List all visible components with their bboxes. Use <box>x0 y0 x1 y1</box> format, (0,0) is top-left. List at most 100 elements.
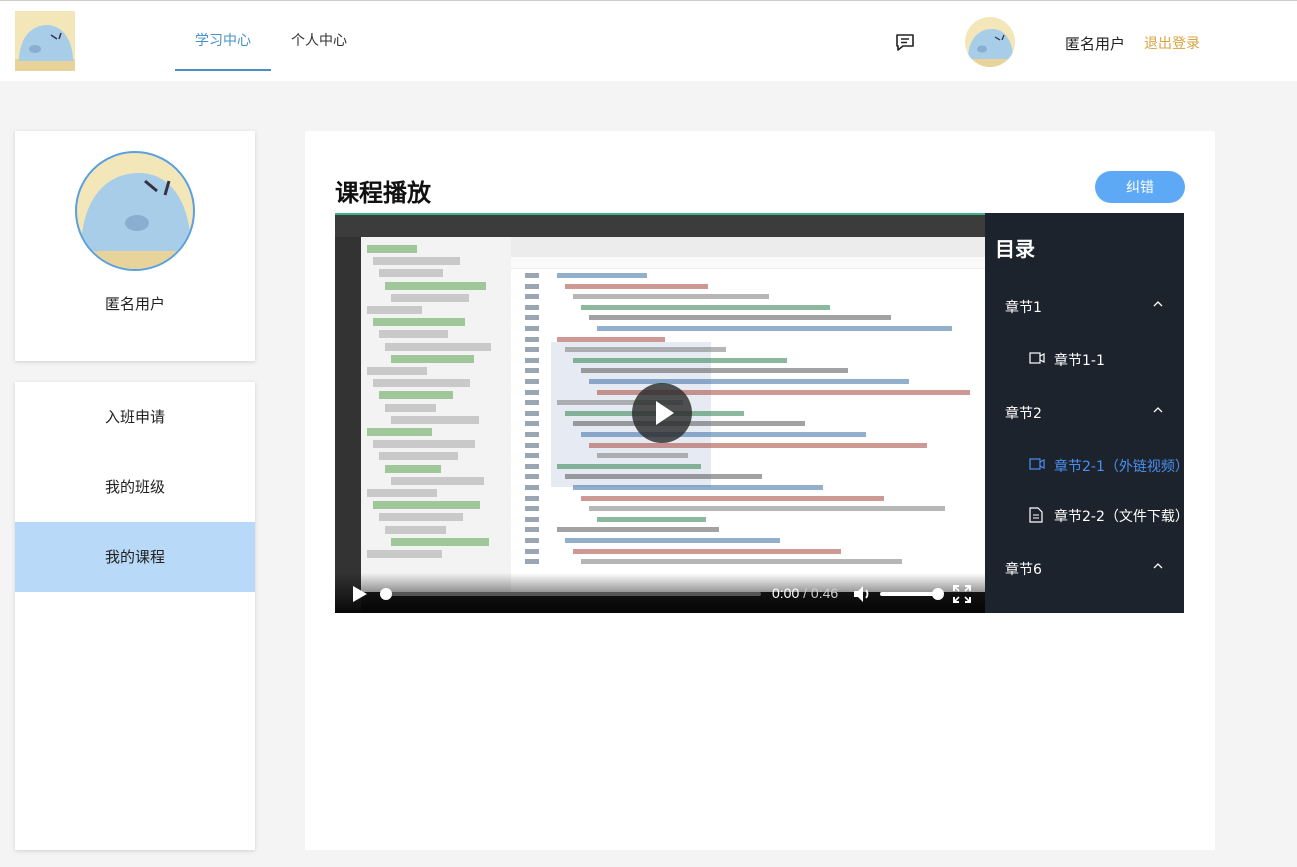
video-frame-texture <box>373 257 460 266</box>
video-frame-texture <box>597 453 688 459</box>
time-separator: / <box>799 585 811 601</box>
video-frame-texture <box>525 485 539 490</box>
video-frame-texture <box>589 506 945 512</box>
duration: 0:46 <box>810 585 839 601</box>
menu-item-my-courses[interactable]: 我的课程 <box>15 522 255 592</box>
video-frame-texture <box>525 453 539 459</box>
time-display: 0:00 / 0:46 <box>772 585 838 601</box>
user-avatar[interactable] <box>965 17 1015 67</box>
video-frame-texture <box>525 294 539 300</box>
video-frame-texture <box>573 548 841 554</box>
chevron-up-icon[interactable] <box>1153 403 1163 419</box>
video-frame-texture <box>589 442 927 448</box>
video-frame-texture <box>379 391 453 400</box>
section-label: 章节1-1 <box>1054 353 1105 369</box>
video-frame-texture <box>391 293 469 302</box>
video-frame-texture <box>525 548 539 554</box>
video-frame-texture <box>565 283 708 289</box>
nav-study-center[interactable]: 学习中心 <box>175 31 271 71</box>
video-frame-texture <box>379 330 448 339</box>
video-frame-texture <box>525 379 539 384</box>
video-frame-texture <box>525 421 539 427</box>
video-frame-activitybar <box>335 237 361 613</box>
chevron-up-icon[interactable] <box>1153 559 1163 575</box>
video-frame-texture <box>525 400 539 406</box>
video-frame-texture <box>525 389 539 395</box>
video-frame-texture <box>557 463 701 469</box>
video-frame-texture <box>391 537 489 546</box>
section-label: 章节2-1（外链视频） <box>1054 459 1189 475</box>
video-frame-texture <box>379 269 443 278</box>
video-frame-texture <box>525 442 539 448</box>
video-frame-texture <box>589 379 909 384</box>
video-frame-texture <box>565 474 762 480</box>
catalog-title: 目录 <box>995 237 1035 261</box>
video-icon <box>1029 351 1045 369</box>
video-frame-texture <box>573 294 769 300</box>
video-frame-texture <box>373 440 475 449</box>
logo[interactable] <box>15 11 75 71</box>
video-frame-texture <box>525 495 539 501</box>
video-frame-texture <box>581 368 848 374</box>
video-frame-texture <box>525 273 539 278</box>
video-icon <box>1029 457 1045 475</box>
video-frame-texture <box>581 495 884 501</box>
volume-knob[interactable] <box>932 588 944 600</box>
video-frame-texture <box>525 559 539 565</box>
chapter-label: 章节1 <box>1005 300 1042 316</box>
volume-icon[interactable] <box>853 585 873 603</box>
video-frame-texture <box>525 368 539 374</box>
video-frame-texture <box>385 464 441 473</box>
video-frame-texture <box>525 347 539 353</box>
video-frame-texture <box>367 489 437 497</box>
video-frame-texture <box>367 550 442 558</box>
fullscreen-icon[interactable] <box>953 585 971 603</box>
video-frame-texture <box>379 452 458 461</box>
menu-item-join-class[interactable]: 入班申请 <box>15 382 255 452</box>
video-frame-titlebar <box>335 213 985 237</box>
section-label: 章节2-2（文件下载） <box>1054 509 1189 525</box>
video-frame-texture <box>525 315 539 321</box>
video-frame-explorer <box>361 237 511 592</box>
play-icon[interactable] <box>353 586 367 602</box>
video-frame-texture <box>525 357 539 363</box>
progress-knob[interactable] <box>380 588 392 600</box>
video-controls: 0:00 / 0:46 <box>335 573 985 613</box>
course-catalog: 目录 章节1 章节1-1 章节2 章节2-1（外链视频） 章节2-2（文件下载）… <box>985 213 1189 613</box>
video-frame-editor <box>511 237 985 592</box>
video-frame-texture <box>525 463 539 469</box>
video-player[interactable]: 0:00 / 0:46 <box>335 213 985 613</box>
video-frame-texture <box>367 306 422 314</box>
profile-name: 匿名用户 <box>104 295 165 313</box>
video-frame-texture <box>373 318 465 327</box>
video-frame-texture <box>557 527 719 533</box>
video-frame-texture <box>581 559 902 565</box>
nav-personal-center[interactable]: 个人中心 <box>291 31 347 71</box>
current-time: 0:00 <box>772 585 800 601</box>
video-frame-texture <box>379 513 463 522</box>
menu-item-my-class[interactable]: 我的班级 <box>15 452 255 522</box>
progress-bar[interactable] <box>380 588 761 600</box>
volume-slider[interactable] <box>880 588 944 600</box>
video-frame-texture <box>557 273 647 278</box>
top-bar: 学习中心 个人中心 匿名用户 退出登录 <box>0 0 1297 81</box>
main-panel: 课程播放 纠错 0:00 / 0:46 目录 章节1 章节1-1 章节2 章节2… <box>305 131 1215 850</box>
report-error-button[interactable]: 纠错 <box>1095 171 1185 203</box>
video-frame-texture <box>385 403 436 412</box>
video-frame-texture <box>525 474 539 480</box>
video-frame-texture <box>525 432 539 437</box>
video-frame-texture <box>525 506 539 512</box>
logout-link[interactable]: 退出登录 <box>1144 33 1200 53</box>
chevron-up-icon[interactable] <box>1153 297 1163 313</box>
video-frame-texture <box>589 315 891 321</box>
video-frame-texture <box>565 347 726 353</box>
message-icon[interactable] <box>895 32 915 52</box>
profile-card: 匿名用户 <box>15 131 255 361</box>
big-play-button[interactable] <box>632 383 692 443</box>
side-menu: 入班申请 我的班级 我的课程 <box>15 382 255 850</box>
video-frame-texture <box>367 245 417 253</box>
top-username: 匿名用户 <box>1065 35 1126 53</box>
video-frame-texture <box>367 367 427 375</box>
video-frame-texture <box>367 428 432 436</box>
video-frame-texture <box>525 516 539 522</box>
